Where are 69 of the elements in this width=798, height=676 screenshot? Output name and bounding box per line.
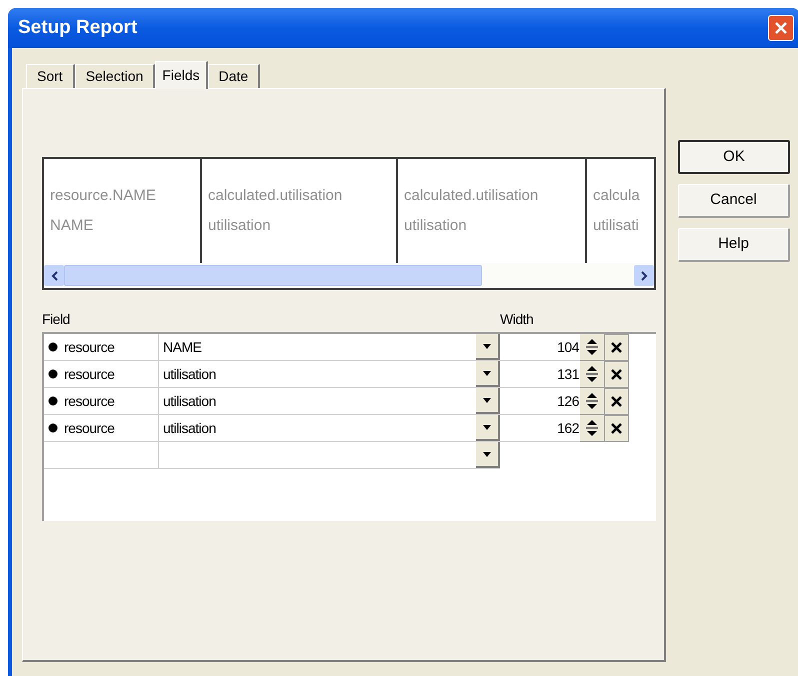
table-name: resource — [64, 392, 114, 410]
tab[interactable]: Date — [208, 64, 260, 88]
column-heading: calculated.utilisation — [404, 186, 538, 206]
column-heading: calcula — [593, 186, 640, 206]
close-icon — [611, 423, 622, 434]
close-icon — [611, 369, 622, 380]
table-name: resource — [64, 364, 114, 384]
remove-button[interactable] — [604, 361, 629, 388]
tab[interactable]: Fields — [155, 61, 208, 89]
column-subheading: utilisation — [404, 216, 467, 236]
spinner-arrows-icon — [586, 420, 598, 436]
column-subheading: NAME — [50, 216, 94, 236]
remove-button[interactable] — [604, 388, 629, 415]
caret-icon — [483, 424, 491, 430]
field-dropdown[interactable] — [159, 442, 500, 469]
caret-icon — [483, 370, 491, 376]
spinner-arrows-icon — [586, 393, 598, 409]
width-spinner[interactable] — [580, 388, 604, 415]
horizontal-scrollbar[interactable] — [44, 263, 654, 288]
field-dropdown[interactable]: utilisation — [159, 361, 500, 388]
dialog-button[interactable]: Cancel — [678, 184, 790, 218]
scroll-right-button[interactable] — [634, 265, 654, 286]
bullet-icon — [48, 396, 58, 406]
dropdown-button[interactable] — [476, 442, 500, 468]
width-spinner[interactable] — [580, 415, 604, 442]
width-spinner[interactable] — [580, 361, 604, 388]
tab[interactable]: Sort — [26, 64, 75, 88]
close-icon — [611, 396, 622, 407]
bullet-icon — [48, 423, 58, 433]
dialog-button[interactable]: OK — [678, 140, 790, 174]
table-name: resource — [64, 418, 114, 438]
column-heading: calculated.utilisation — [208, 186, 342, 206]
bullet-icon — [48, 342, 58, 352]
remove-button[interactable] — [604, 415, 629, 442]
spinner-arrows-icon — [586, 339, 598, 355]
left-chevron-icon — [50, 270, 58, 280]
width-label: Width — [500, 310, 534, 329]
width-spinner[interactable] — [580, 334, 604, 361]
column-heading: resource.NAME — [50, 186, 156, 206]
bullet-icon — [48, 369, 58, 379]
table-name: resource — [64, 338, 114, 356]
field-name: utilisation — [163, 392, 216, 410]
caret-icon — [483, 398, 491, 402]
remove-button[interactable] — [604, 334, 629, 361]
window-title: Setup Report — [18, 16, 138, 40]
scroll-left-button[interactable] — [44, 265, 64, 286]
dropdown-button[interactable] — [476, 388, 500, 414]
dropdown-button[interactable] — [476, 415, 500, 441]
scroll-thumb[interactable] — [64, 265, 482, 286]
dropdown-button[interactable] — [476, 334, 500, 360]
field-label: Field — [42, 310, 71, 329]
field-name: utilisation — [163, 364, 216, 384]
spinner-arrows-icon — [586, 366, 598, 382]
right-chevron-icon — [640, 270, 648, 280]
close-icon — [611, 342, 622, 353]
field-name: NAME — [163, 338, 202, 356]
dropdown-button[interactable] — [476, 361, 500, 387]
caret-icon — [483, 452, 491, 456]
field-dropdown[interactable]: NAME — [159, 334, 500, 361]
field-dropdown[interactable]: utilisation — [159, 388, 500, 415]
tab[interactable]: Selection — [74, 64, 156, 88]
caret-icon — [483, 344, 491, 348]
close-button[interactable] — [768, 15, 794, 41]
field-name: utilisation — [163, 418, 216, 438]
dialog-button[interactable]: Help — [678, 228, 790, 262]
column-subheading: utilisation — [208, 216, 271, 236]
field-dropdown[interactable]: utilisation — [159, 415, 500, 442]
close-icon — [774, 21, 788, 35]
column-subheading: utilisati — [593, 216, 639, 236]
